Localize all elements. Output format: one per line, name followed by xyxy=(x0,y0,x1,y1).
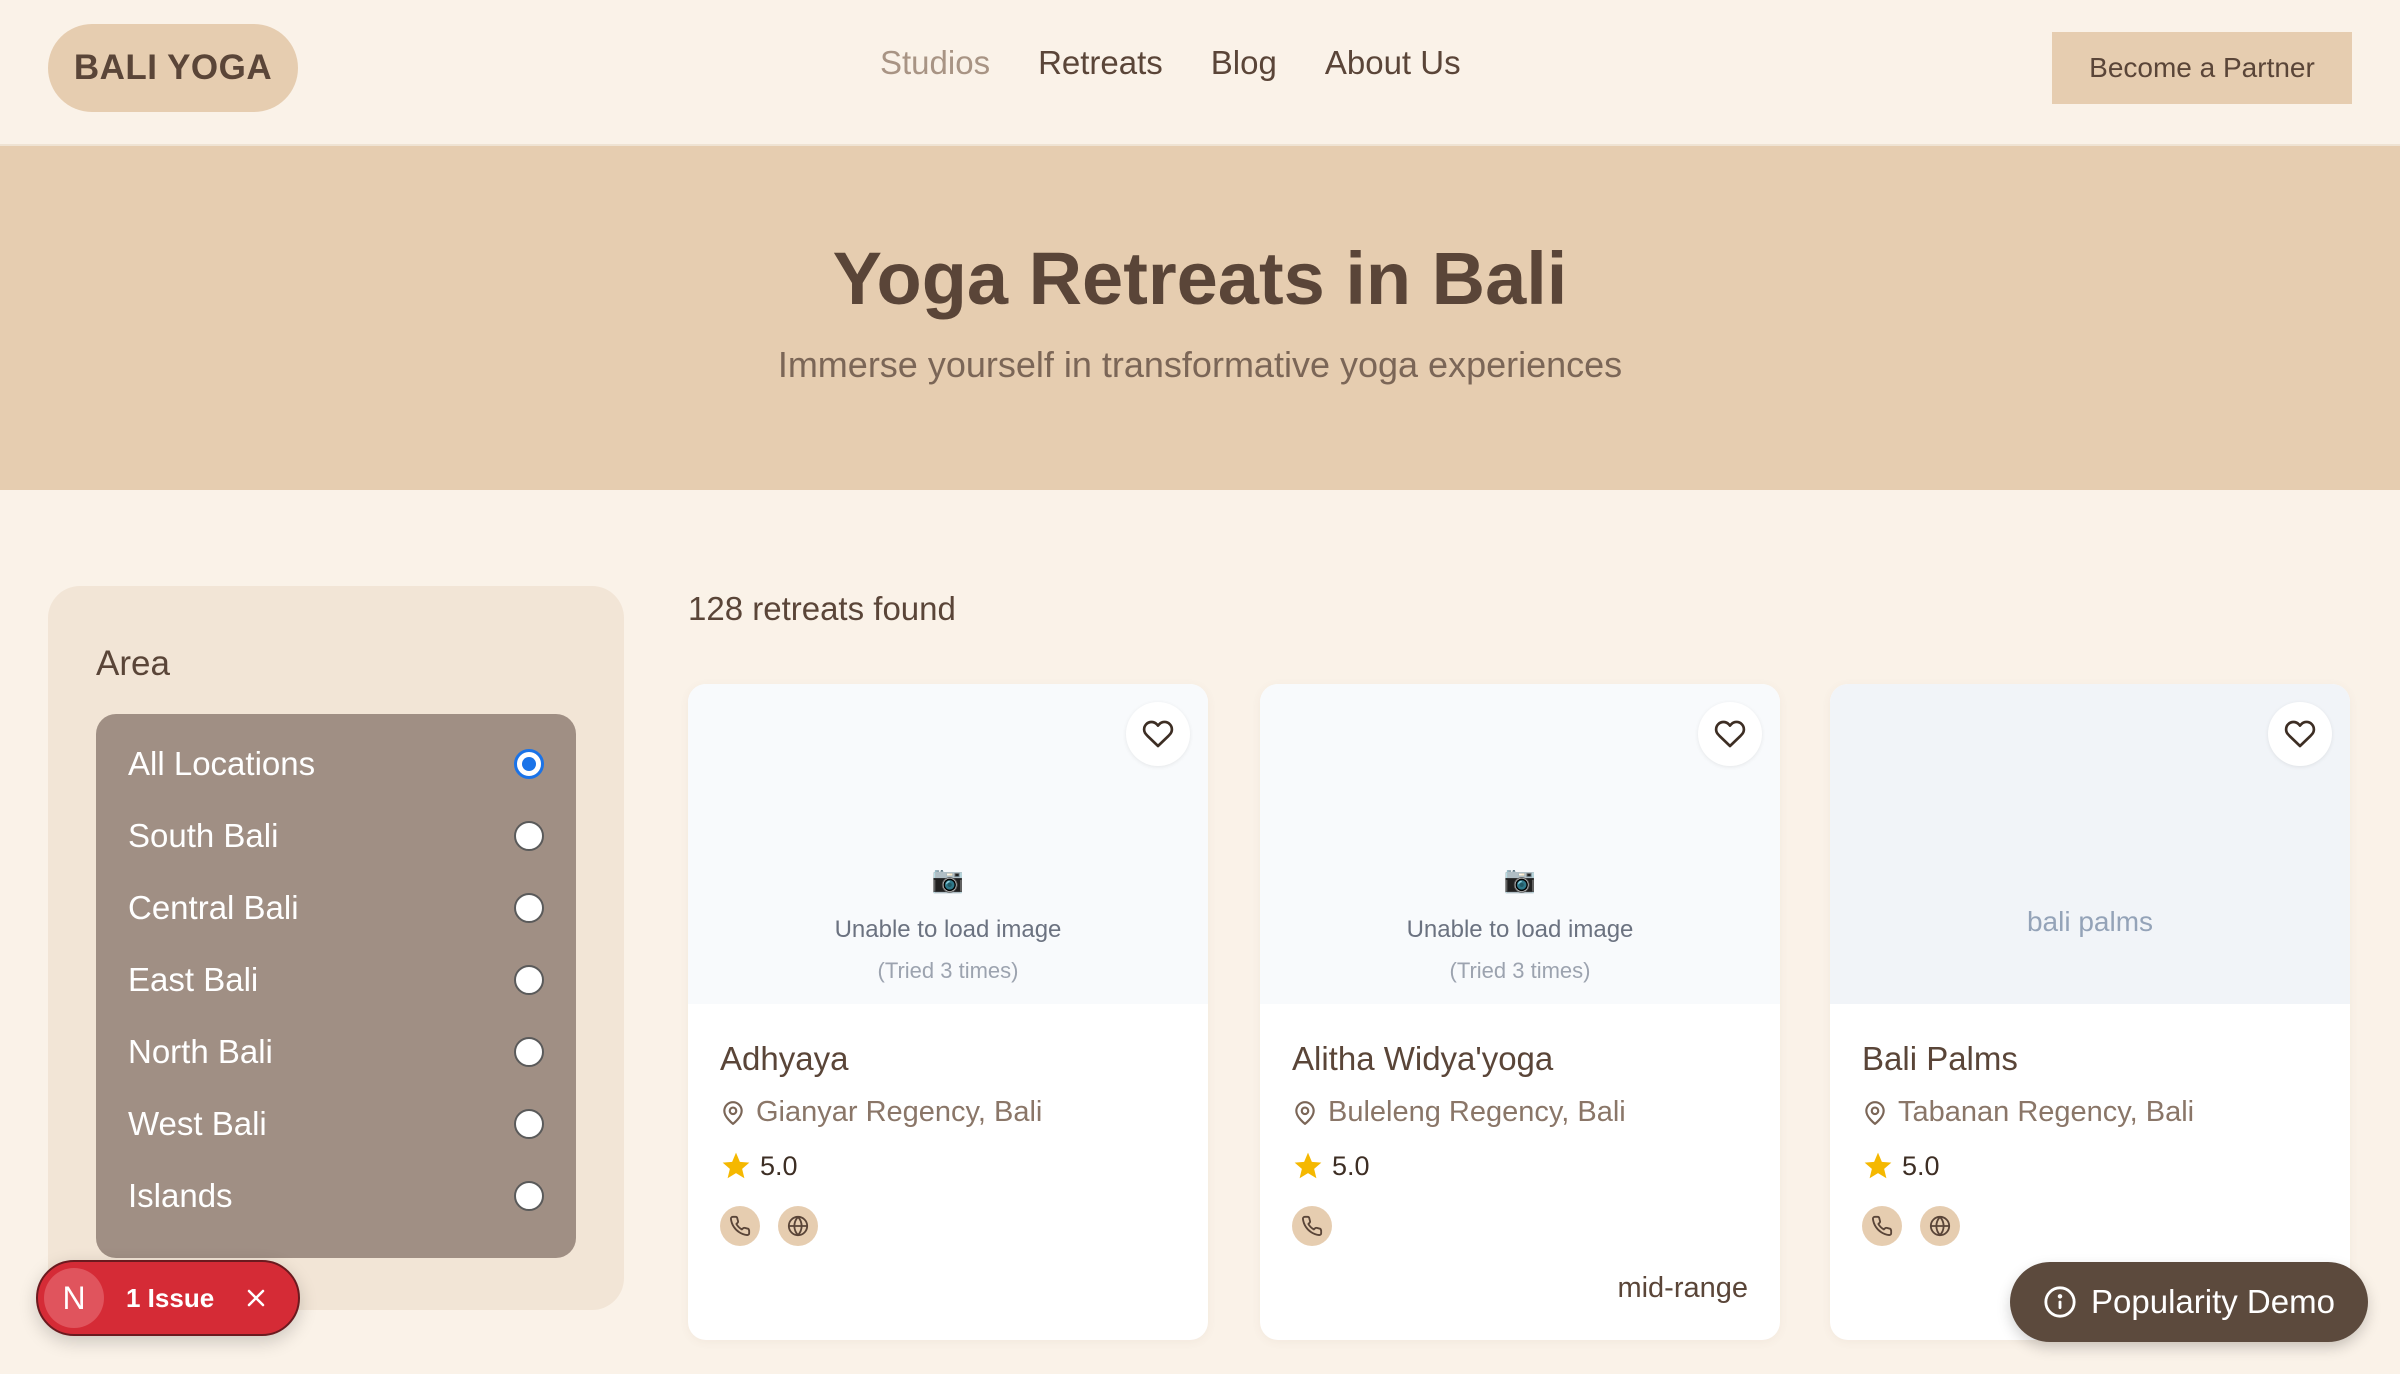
retreat-location: Tabanan Regency, Bali xyxy=(1862,1096,2194,1129)
star-icon xyxy=(1864,1152,1892,1179)
radio-button[interactable] xyxy=(514,821,544,851)
filter-sidebar: Area All Locations South Bali Central Ba… xyxy=(48,586,624,1310)
dev-issues-badge[interactable]: N 1 Issue xyxy=(36,1260,300,1336)
contact-actions xyxy=(1862,1206,1960,1246)
filter-option-label: West Bali xyxy=(128,1105,267,1142)
radio-button[interactable] xyxy=(514,893,544,923)
area-filter-title: Area xyxy=(96,644,170,683)
become-partner-button[interactable]: Become a Partner xyxy=(2052,32,2352,104)
filter-option-islands[interactable]: Islands xyxy=(96,1160,576,1232)
phone-icon[interactable] xyxy=(1862,1206,1902,1246)
camera-icon: 📷 xyxy=(931,864,965,894)
retreat-card[interactable]: 📷 Unable to load image (Tried 3 times) A… xyxy=(688,684,1208,1340)
filter-option-label: East Bali xyxy=(128,961,259,998)
filter-option-label: North Bali xyxy=(128,1033,273,1070)
info-icon xyxy=(2044,1286,2076,1318)
area-filter-list: All Locations South Bali Central Bali Ea… xyxy=(96,714,576,1258)
filter-option-label: South Bali xyxy=(128,817,279,854)
radio-button[interactable] xyxy=(514,1109,544,1139)
page-title: Yoga Retreats in Bali xyxy=(832,237,1568,320)
nav-blog[interactable]: Blog xyxy=(1211,44,1277,82)
filter-option-north-bali[interactable]: North Bali xyxy=(96,1016,576,1088)
favorite-button[interactable] xyxy=(1126,702,1190,766)
radio-button[interactable] xyxy=(514,1037,544,1067)
contact-actions xyxy=(720,1206,818,1246)
image-retry-text: (Tried 3 times) xyxy=(1449,958,1591,983)
retreat-location: Buleleng Regency, Bali xyxy=(1292,1096,1626,1129)
image-retry-text: (Tried 3 times) xyxy=(877,958,1019,983)
filter-option-central-bali[interactable]: Central Bali xyxy=(96,872,576,944)
filter-option-east-bali[interactable]: East Bali xyxy=(96,944,576,1016)
results-count: 128 retreats found xyxy=(688,590,956,627)
filter-option-all-locations[interactable]: All Locations xyxy=(96,728,576,800)
filter-option-south-bali[interactable]: South Bali xyxy=(96,800,576,872)
issue-count[interactable]: 1 Issue xyxy=(126,1283,214,1314)
main-nav: Studios Retreats Blog About Us xyxy=(880,44,1461,82)
retreat-name[interactable]: Adhyaya xyxy=(720,1040,848,1078)
location-text: Buleleng Regency, Bali xyxy=(1328,1096,1626,1128)
globe-icon[interactable] xyxy=(1920,1206,1960,1246)
map-pin-icon xyxy=(1295,1100,1315,1125)
page-subtitle: Immerse yourself in transformative yoga … xyxy=(777,344,1623,385)
map-pin-icon xyxy=(1865,1100,1885,1125)
close-icon[interactable] xyxy=(242,1284,270,1312)
site-logo[interactable]: BALI YOGA xyxy=(48,24,298,112)
phone-icon[interactable] xyxy=(720,1206,760,1246)
site-header: BALI YOGA Studios Retreats Blog About Us… xyxy=(0,0,2400,146)
camera-icon: 📷 xyxy=(1503,864,1537,894)
heart-icon xyxy=(2284,720,2316,748)
image-error-text: Unable to load image xyxy=(834,916,1062,943)
rating-value: 5.0 xyxy=(1332,1150,1370,1181)
phone-icon[interactable] xyxy=(1292,1206,1332,1246)
radio-button[interactable] xyxy=(514,1181,544,1211)
retreat-location: Gianyar Regency, Bali xyxy=(720,1096,1042,1129)
retreat-name[interactable]: Bali Palms xyxy=(1862,1040,2018,1078)
rating-value: 5.0 xyxy=(760,1150,798,1181)
favorite-button[interactable] xyxy=(1698,702,1762,766)
radio-button[interactable] xyxy=(514,749,544,779)
filter-option-label: Central Bali xyxy=(128,889,299,926)
image-placeholder-text: bali palms xyxy=(2026,906,2154,937)
popularity-demo-button[interactable]: Popularity Demo xyxy=(2010,1262,2368,1342)
nav-about-us[interactable]: About Us xyxy=(1325,44,1461,82)
globe-icon[interactable] xyxy=(778,1206,818,1246)
filter-option-label: All Locations xyxy=(128,745,316,782)
filter-option-label: Islands xyxy=(128,1177,233,1214)
nav-studios[interactable]: Studios xyxy=(880,44,990,82)
hero-banner: Yoga Retreats in Bali Immerse yourself i… xyxy=(0,146,2400,490)
heart-icon xyxy=(1714,720,1746,748)
retreat-rating: 5.0 xyxy=(1862,1150,1940,1182)
image-error-text: Unable to load image xyxy=(1406,916,1634,943)
nextjs-logo-icon: N xyxy=(44,1268,104,1328)
rating-value: 5.0 xyxy=(1902,1150,1940,1181)
retreat-name[interactable]: Alitha Widya'yoga xyxy=(1292,1040,1553,1078)
nav-retreats[interactable]: Retreats xyxy=(1038,44,1163,82)
heart-icon xyxy=(1142,720,1174,748)
popularity-demo-label: Popularity Demo xyxy=(2091,1283,2335,1320)
star-icon xyxy=(1294,1152,1322,1179)
retreat-rating: 5.0 xyxy=(1292,1150,1370,1182)
map-pin-icon xyxy=(723,1100,743,1125)
location-text: Tabanan Regency, Bali xyxy=(1898,1096,2195,1128)
retreat-rating: 5.0 xyxy=(720,1150,798,1182)
retreat-card[interactable]: bali palms Bali Palms Tabanan Regency, B… xyxy=(1830,684,2350,1340)
favorite-button[interactable] xyxy=(2268,702,2332,766)
radio-button[interactable] xyxy=(514,965,544,995)
filter-option-west-bali[interactable]: West Bali xyxy=(96,1088,576,1160)
price-tier: mid-range xyxy=(1617,1272,1748,1304)
contact-actions xyxy=(1292,1206,1332,1246)
location-text: Gianyar Regency, Bali xyxy=(756,1096,1043,1128)
retreat-card[interactable]: 📷 Unable to load image (Tried 3 times) A… xyxy=(1260,684,1780,1340)
star-icon xyxy=(722,1152,750,1179)
